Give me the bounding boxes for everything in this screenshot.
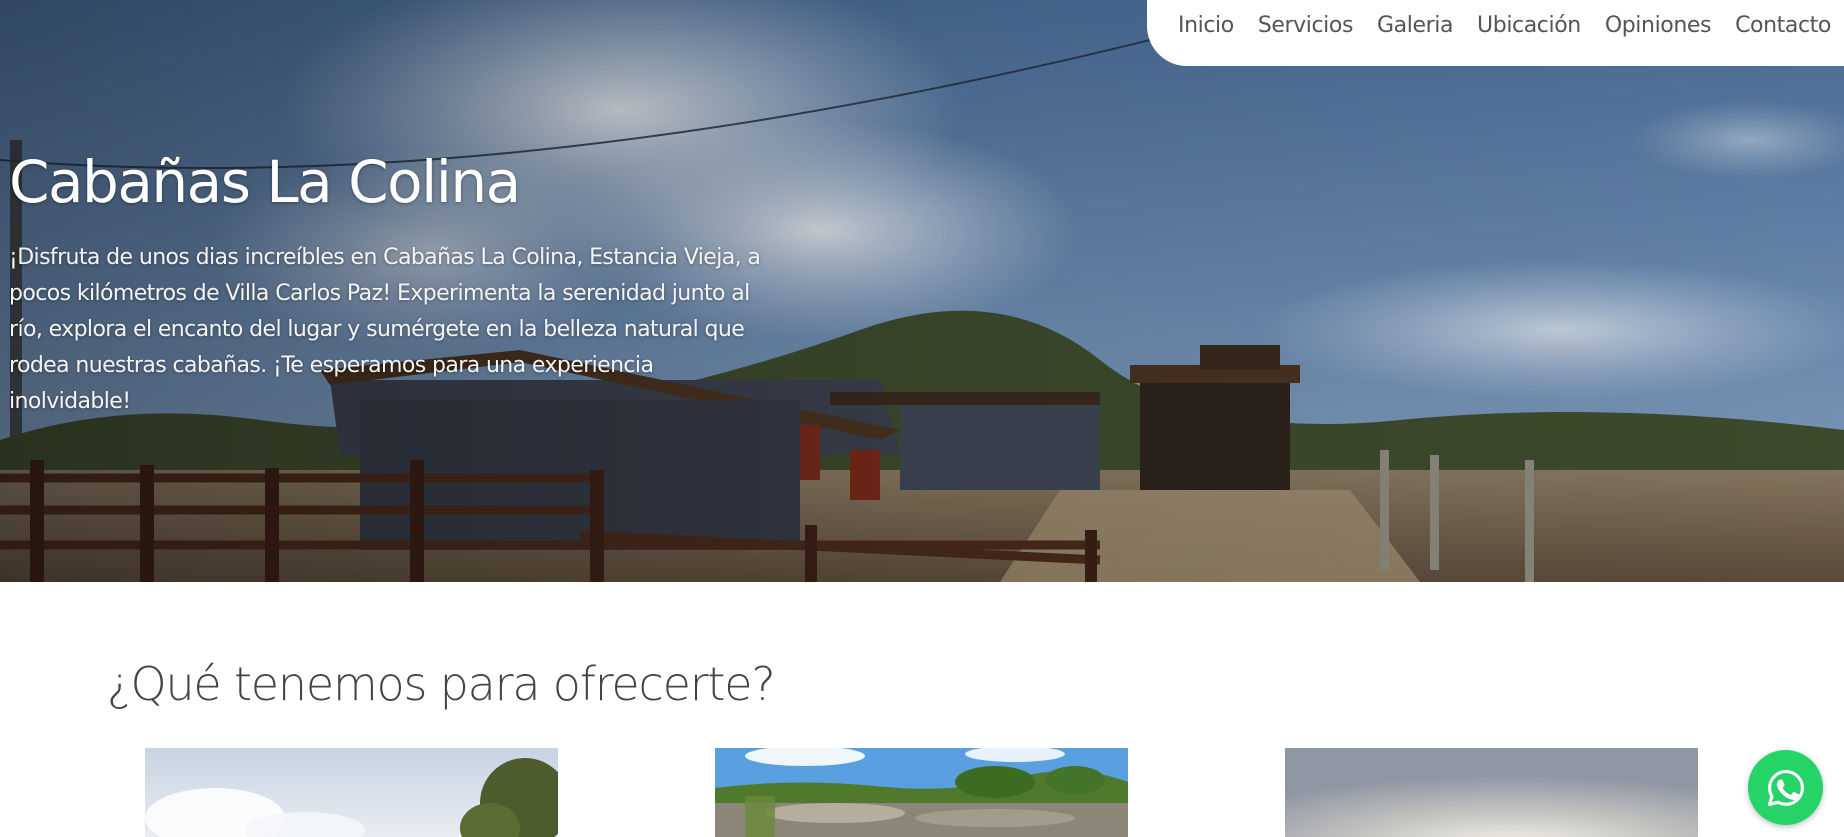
- sunset-sky-photo: [1285, 748, 1698, 837]
- whatsapp-button[interactable]: [1748, 750, 1823, 825]
- hero-description: ¡Disfruta de unos dias increíbles en Cab…: [9, 245, 761, 414]
- hero-title: Cabañas La Colina: [9, 148, 521, 216]
- main-nav: Inicio Servicios Galeria Ubicación Opini…: [1147, 0, 1844, 66]
- nav-item-servicios[interactable]: Servicios: [1258, 13, 1354, 38]
- nav-item-galeria[interactable]: Galeria: [1377, 13, 1453, 38]
- nav-item-opiniones[interactable]: Opiniones: [1605, 13, 1712, 38]
- services-title: ¿Qué tenemos para ofrecerte?: [107, 657, 776, 711]
- service-card-image-2[interactable]: [715, 748, 1128, 837]
- river-landscape-photo: [715, 748, 1128, 837]
- nav-item-inicio[interactable]: Inicio: [1178, 13, 1234, 38]
- service-card-image-3[interactable]: [1285, 748, 1698, 837]
- nav-item-ubicacion[interactable]: Ubicación: [1477, 13, 1581, 38]
- service-card-image-1[interactable]: [145, 748, 558, 837]
- cabin-exterior-photo: [145, 748, 558, 837]
- hero-content: Cabañas La Colina ¡Disfruta de unos dias…: [9, 142, 779, 420]
- nav-item-contacto[interactable]: Contacto: [1735, 13, 1831, 38]
- hero-section: Cabañas La Colina ¡Disfruta de unos dias…: [0, 0, 1844, 582]
- whatsapp-icon: [1767, 769, 1804, 806]
